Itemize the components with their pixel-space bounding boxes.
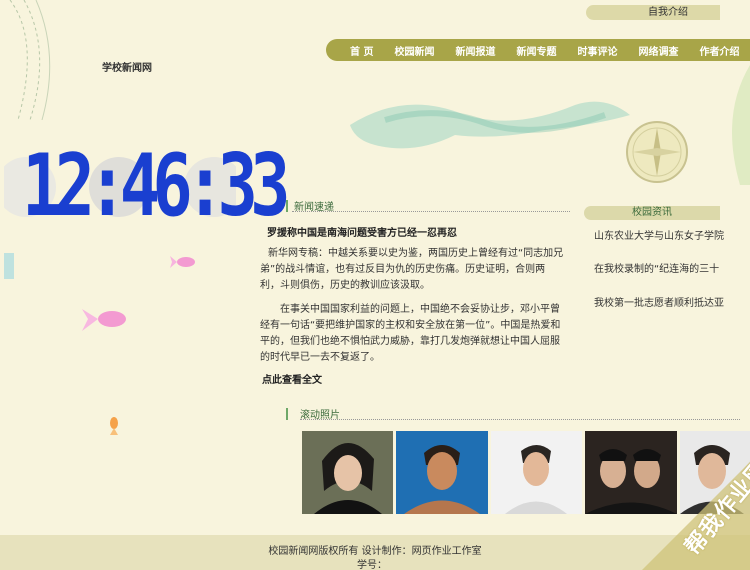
divider: [292, 211, 570, 212]
nav-item-author[interactable]: 作者介绍: [699, 43, 739, 58]
photo-thumbnail[interactable]: [396, 431, 488, 514]
fish-icon: [110, 417, 118, 435]
compass-illustration: [626, 121, 688, 183]
decorative-ribbon: [4, 253, 14, 279]
section-marker: [286, 407, 288, 420]
self-intro-link[interactable]: 自我介绍: [586, 5, 720, 20]
fish-icon: [82, 309, 126, 331]
clock-time: 12:46:33: [22, 136, 290, 236]
news-paragraph: 新华网专稿：中越关系要以史为鉴，两国历史上曾经有过“同志加兄弟”的战斗情谊，也有…: [260, 248, 564, 291]
main-nav: 首 页 校园新闻 新闻报道 新闻专题 时事评论 网络调查 作者介绍: [326, 39, 750, 61]
nav-item-news-reports[interactable]: 新闻报道: [455, 43, 495, 58]
digital-clock: 12:46:33: [0, 136, 290, 236]
photo-thumbnail[interactable]: [491, 431, 582, 514]
photo-thumbnail[interactable]: [302, 431, 393, 514]
read-more-link[interactable]: 点此查看全文: [262, 371, 322, 386]
self-intro-label: 自我介绍: [648, 7, 688, 18]
nav-item-campus-news[interactable]: 校园新闻: [394, 43, 434, 58]
news-headline[interactable]: 罗援称中国是南海问题受害方已经一忍再忍: [267, 224, 457, 239]
decorative-brush-stroke: [350, 101, 630, 149]
news-paragraph: 在事关中国国家利益的问题上，中国绝不会妥协让步，邓小平曾经有一句话“要把维护国家…: [260, 304, 561, 363]
sidebar-news-item[interactable]: 在我校录制的“纪连海的三十: [594, 260, 728, 275]
watermark: 帮我作业网: [632, 430, 750, 570]
sidebar-news-item[interactable]: 山东农业大学与山东女子学院: [594, 227, 728, 242]
fish-icon: [170, 256, 195, 268]
section-marker: [286, 199, 288, 212]
sidebar-news-item[interactable]: 我校第一批志愿者顺利抵达亚: [594, 294, 728, 309]
nav-item-home[interactable]: 首 页: [350, 43, 373, 58]
decorative-curves: [9, 0, 51, 120]
campus-info-title: 校园资讯: [584, 206, 720, 220]
nav-item-commentary[interactable]: 时事评论: [577, 43, 617, 58]
divider: [300, 419, 740, 420]
nav-item-survey[interactable]: 网络调查: [638, 43, 678, 58]
site-name: 学校新闻网: [102, 63, 152, 74]
nav-item-news-topics[interactable]: 新闻专题: [516, 43, 556, 58]
